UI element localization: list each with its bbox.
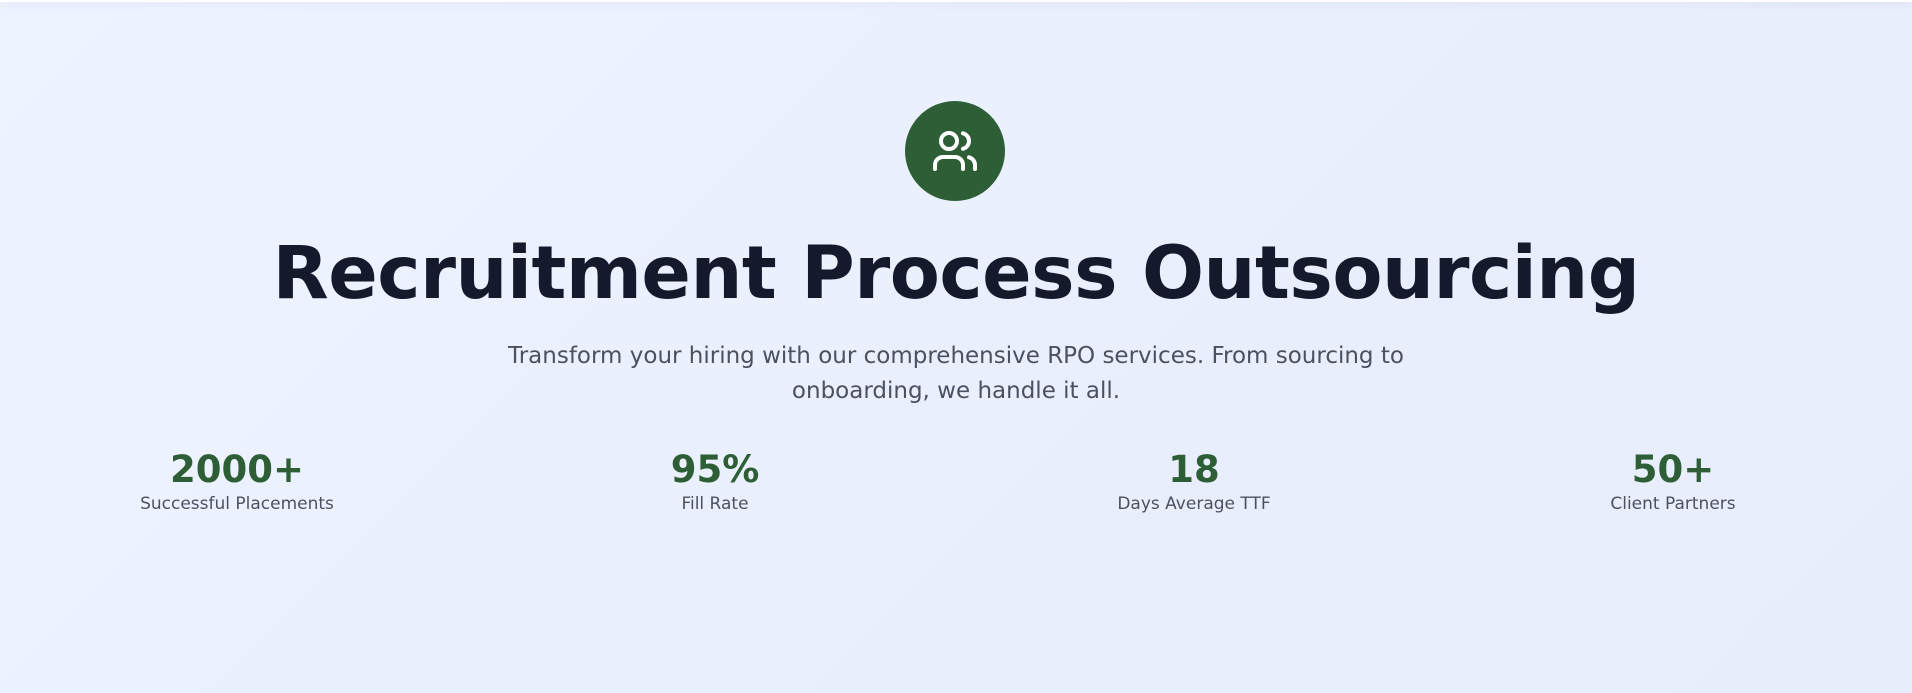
stats-row: 2000+ Successful Placements 95% Fill Rat… (0, 447, 1912, 527)
page-title: Recruitment Process Outsourcing (272, 231, 1640, 316)
hero-icon-badge (905, 101, 1005, 201)
users-icon (933, 131, 977, 171)
hero-section: Recruitment Process Outsourcing Transfor… (0, 0, 1912, 693)
stat-successful-placements: 2000+ Successful Placements (107, 447, 367, 515)
stat-value: 2000+ (170, 448, 304, 491)
stat-fill-rate: 95% Fill Rate (585, 447, 845, 515)
stat-days-average-ttf: 18 Days Average TTF (1064, 447, 1324, 515)
stat-label: Fill Rate (681, 494, 749, 514)
stat-label: Successful Placements (140, 494, 334, 514)
stat-value: 18 (1168, 448, 1220, 491)
stat-value: 95% (670, 448, 760, 491)
stat-client-partners: 50+ Client Partners (1543, 447, 1803, 515)
stat-value: 50+ (1631, 448, 1715, 491)
stat-label: Client Partners (1610, 494, 1736, 514)
hero-subtitle: Transform your hiring with our comprehen… (508, 343, 1404, 404)
stat-label: Days Average TTF (1117, 494, 1271, 514)
